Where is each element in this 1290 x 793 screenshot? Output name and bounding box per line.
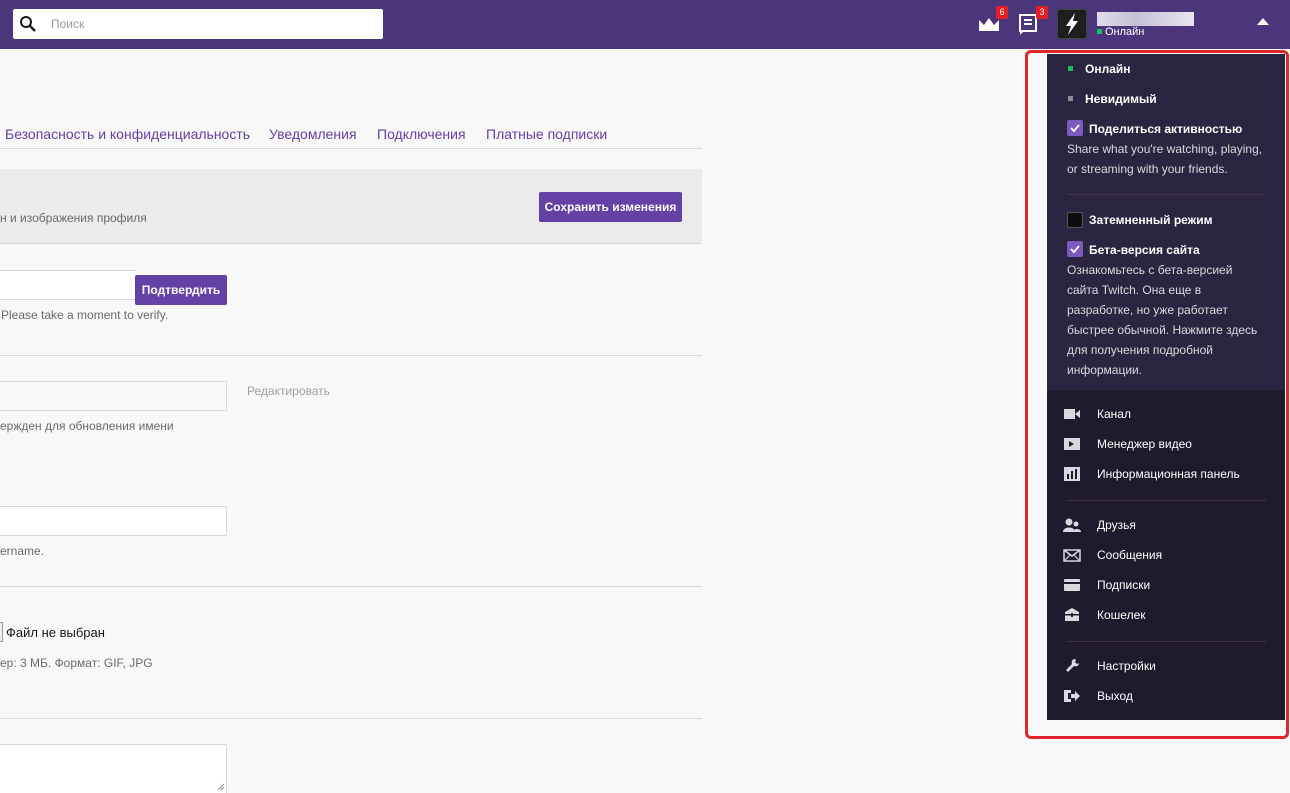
avatar[interactable] [1057,9,1087,39]
user-status-label: Онлайн [1105,26,1145,38]
username-field[interactable] [0,506,227,536]
user-menu-caret-icon[interactable] [1257,18,1269,25]
tab-connections[interactable]: Подключения [377,126,466,142]
online-dot [1097,29,1102,34]
section-subtitle: н и изображения профиля [0,211,147,225]
user-status: Онлайн [1097,26,1144,38]
choose-file-button[interactable] [0,622,3,642]
settings-tabs: Безопасность и конфиденциальность Уведом… [0,118,702,149]
email-field[interactable] [0,270,136,300]
notifications-button[interactable]: 3 [1017,6,1048,36]
file-hint: ер: 3 МБ. Формат: GIF, JPG [0,656,153,670]
divider [0,355,702,356]
search-box[interactable] [13,9,383,39]
save-changes-button[interactable]: Сохранить изменения [539,192,682,222]
search-input[interactable] [51,9,371,39]
search-icon [20,16,36,32]
notifications-badge: 3 [1036,6,1048,19]
display-name-field [0,381,227,411]
tab-notifications[interactable]: Уведомления [269,126,357,142]
verify-hint: Please take a moment to verify. [1,308,169,322]
name-hint: ержден для обновления имени [0,419,174,433]
bio-textarea[interactable] [0,744,227,793]
username-redacted [1097,12,1194,26]
edit-link[interactable]: Редактировать [247,384,330,398]
divider [0,586,702,587]
tab-security-privacy[interactable]: Безопасность и конфиденциальность [5,126,250,142]
divider [0,718,702,719]
tab-paid-subscriptions[interactable]: Платные подписки [486,126,607,142]
profile-section-header: н и изображения профиля Сохранить измене… [0,169,702,244]
lightning-icon [1066,13,1078,35]
highlight-frame [1025,50,1289,739]
username-hint: ername. [0,544,45,558]
file-status: Файл не выбран [6,625,105,640]
verify-button[interactable]: Подтвердить [135,275,227,305]
prime-badge: 6 [996,6,1008,19]
prime-crown-button[interactable]: 6 [977,6,1008,36]
resize-handle-icon[interactable] [217,783,225,791]
top-nav: 6 3 Онлайн [0,0,1290,49]
